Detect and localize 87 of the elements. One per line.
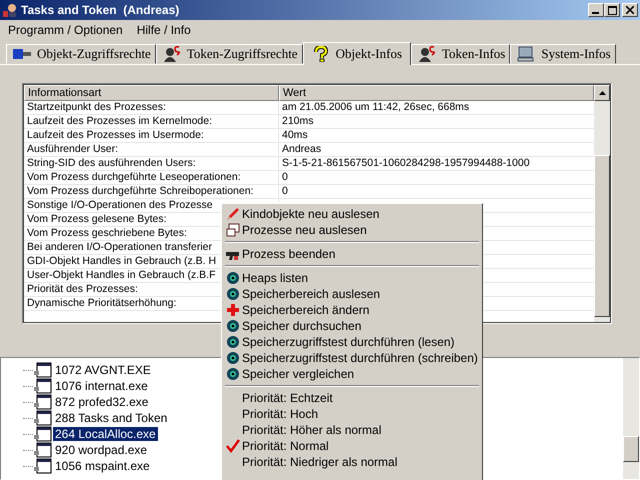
maximize-button[interactable] [604, 3, 620, 17]
scroll-thumb[interactable] [623, 436, 639, 462]
up-arrow-icon [598, 91, 606, 95]
table-cell: User-Objekt Handles in Gebrauch (z.B.F [27, 269, 216, 281]
table-cell: Dynamische Prioritätserhöhung: [27, 297, 176, 309]
menu-item[interactable]: Priorität: Niedriger als normal [224, 454, 480, 470]
window-icon [226, 223, 240, 237]
tree-item[interactable]: 288 Tasks and Token [53, 411, 170, 425]
table-cell: Startzeitpunkt des Prozesses: [27, 101, 166, 113]
table-cell: Laufzeit des Prozesses im Usermode: [27, 129, 204, 141]
scroll-up-button[interactable] [594, 85, 610, 101]
tree-item[interactable]: 872 profed32.exe [53, 395, 150, 409]
close-button[interactable] [622, 3, 638, 17]
window-icon [34, 378, 52, 394]
minimize-button[interactable] [588, 3, 604, 17]
menu-item[interactable]: Speicher durchsuchen [224, 318, 480, 334]
eye-icon [226, 351, 240, 365]
app-icon [2, 2, 18, 18]
table-cell: 0 [282, 185, 288, 197]
maximize-icon [608, 6, 616, 14]
tab[interactable]: Token-Infos [411, 44, 510, 64]
table-cell: Vom Prozess geschriebene Bytes: [27, 227, 187, 239]
menu-item[interactable]: Priorität: Echtzeit [224, 390, 480, 406]
window-icon [34, 362, 52, 378]
pencil-icon [226, 207, 240, 221]
cross-icon [226, 303, 240, 317]
eye-icon [226, 287, 240, 301]
table-cell: 210ms [282, 115, 314, 127]
tab[interactable]: Token-Zugriffsrechte [156, 44, 303, 64]
eye-icon [226, 271, 240, 285]
table-cell: Vom Prozess durchgeführte Schreiboperationen: [27, 185, 254, 197]
scrollbar[interactable] [594, 84, 611, 323]
table-cell: 0 [282, 171, 288, 183]
tab[interactable]: Objekt-Zugriffsrechte [6, 44, 156, 64]
tree-item[interactable]: 920 wordpad.exe [53, 443, 150, 457]
table-cell: Vom Prozess gelesene Bytes: [27, 213, 166, 225]
window-icon [34, 458, 52, 474]
question-icon [312, 46, 330, 62]
table-cell: Sonstige I/O-Operationen des Prozesse [27, 199, 213, 211]
menu-item[interactable]: Priorität: Höher als normal [224, 422, 480, 438]
menu-item[interactable]: Speicherzugriffstest durchführen (schreiben) [224, 350, 480, 366]
menu-item[interactable]: Programm / Optionen [8, 22, 123, 36]
tree-item[interactable]: 1076 internat.exe [53, 379, 150, 393]
scroll-thumb[interactable] [594, 155, 610, 317]
column-header[interactable]: Wert [279, 85, 594, 101]
scrollbar[interactable] [623, 358, 639, 479]
menu-item[interactable]: Speicher vergleichen [224, 366, 480, 382]
menu-item[interactable]: Heaps listen [224, 270, 480, 286]
checkmark-icon [226, 439, 240, 453]
table-cell: S-1-5-21-861567501-1060284298-1957994488-1000 [282, 157, 530, 169]
person-icon [162, 46, 181, 62]
table-cell: Vom Prozess durchgeführte Leseoperationen: [27, 171, 241, 183]
table-cell: 40ms [282, 129, 308, 141]
person-icon [418, 46, 436, 62]
table-cell: GDI-Objekt Handles in Gebrauch (z.B. H [27, 255, 216, 267]
tree-item[interactable]: 264 LocalAlloc.exe [53, 427, 158, 441]
table-cell: Ausführender User: [27, 143, 118, 155]
tab[interactable]: Objekt-Infos [302, 42, 412, 65]
tree-item[interactable]: 1056 mspaint.exe [53, 459, 152, 473]
eye-icon [226, 367, 240, 381]
window-icon [34, 426, 52, 442]
eye-icon [226, 335, 240, 349]
menu-item[interactable]: Priorität: Normal [224, 438, 480, 454]
computer-icon [517, 46, 536, 62]
table-cell: Bei anderen I/O-Operationen transferier [27, 241, 212, 253]
menu-item[interactable]: Speicherbereich ändern [224, 302, 480, 318]
menu-item[interactable]: Kindobjekte neu auslesen [224, 206, 480, 222]
table-cell: Andreas [282, 143, 322, 155]
eye-icon [226, 319, 240, 333]
close-icon [626, 6, 634, 14]
menu-item[interactable]: Priorität: Hoch [224, 406, 480, 422]
menu-item[interactable]: Prozesse neu auslesen [224, 222, 480, 238]
table-cell: am 21.05.2006 um 11:42, 26sec, 668ms [282, 101, 470, 113]
menu-item[interactable]: Hilfe / Info [136, 22, 191, 36]
menu-item[interactable]: Prozess beenden [224, 246, 480, 262]
column-header[interactable]: Informationsart [24, 85, 279, 101]
window-icon [34, 410, 52, 426]
menu-item[interactable]: Speicherzugriffstest durchführen (lesen) [224, 334, 480, 350]
tree-item[interactable]: 1072 AVGNT.EXE [53, 363, 153, 377]
table-cell: String-SID des ausführenden Users: [27, 157, 196, 169]
window-icon [34, 442, 52, 458]
menu-item[interactable]: Speicherbereich auslesen [224, 286, 480, 302]
window-title: Tasks and Token (Andreas) [21, 3, 180, 17]
table-cell: Priorität des Prozesses: [27, 283, 138, 295]
tab[interactable]: System-Infos [510, 44, 616, 64]
window-icon [34, 394, 52, 410]
table-cell: Laufzeit des Prozesses im Kernelmode: [27, 115, 212, 127]
